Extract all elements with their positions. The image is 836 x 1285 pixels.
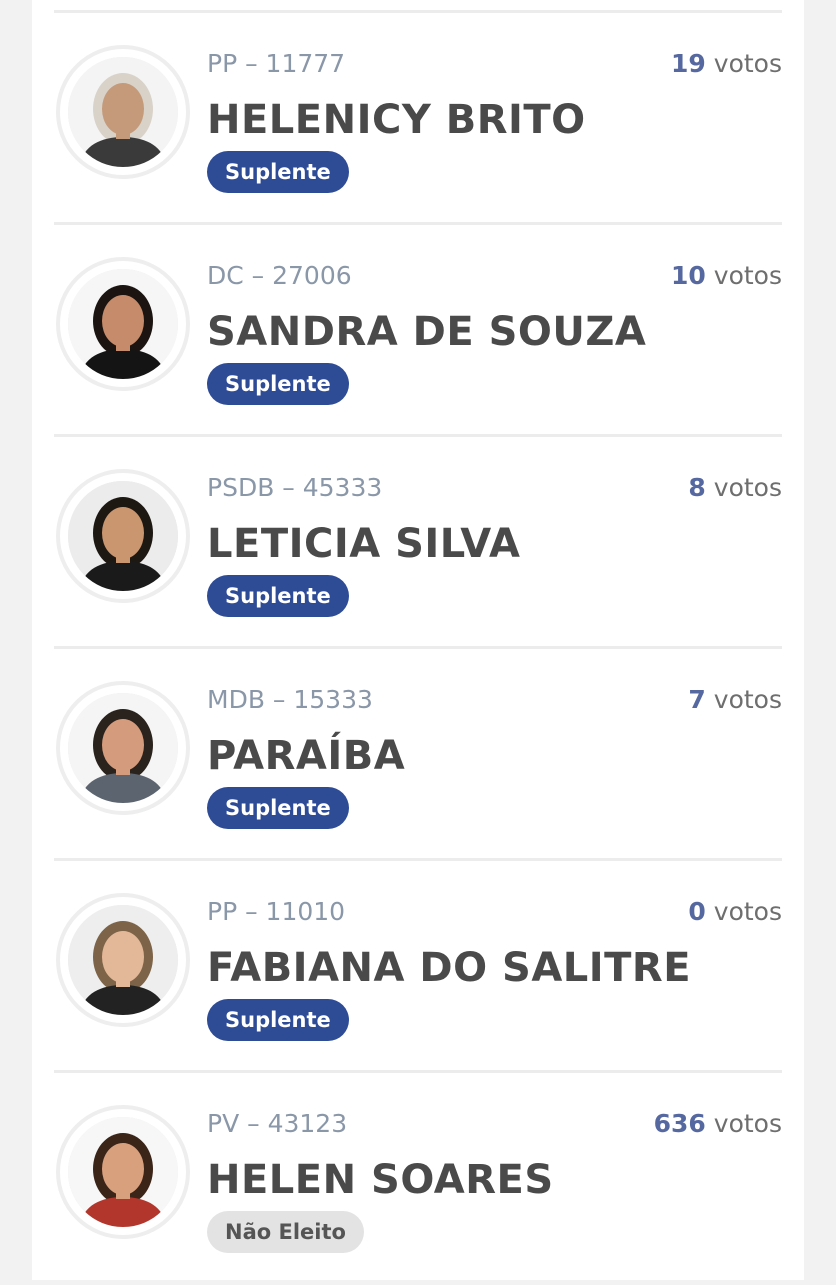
status-badge: Suplente xyxy=(207,787,349,829)
votes-count: 7 votos xyxy=(688,685,782,714)
votes-label: votos xyxy=(713,49,782,78)
votes-number: 636 xyxy=(653,1109,706,1138)
votes-number: 10 xyxy=(671,261,706,290)
candidate-card[interactable]: PP – 11777 19 votos HELENICY BRITO Suple… xyxy=(54,13,782,225)
votes-label: votos xyxy=(713,685,782,714)
candidate-name[interactable]: HELENICY BRITO xyxy=(207,97,586,143)
votes-label: votos xyxy=(713,473,782,502)
candidate-photo xyxy=(68,269,178,379)
candidate-photo-frame xyxy=(56,893,190,1027)
portrait-graphic xyxy=(68,481,178,591)
votes-number: 0 xyxy=(688,897,706,926)
candidate-photo-frame xyxy=(56,1105,190,1239)
party-number: DC – 27006 xyxy=(207,261,352,290)
portrait-graphic xyxy=(68,1117,178,1227)
votes-count: 19 votos xyxy=(671,49,782,78)
portrait-face xyxy=(102,931,144,983)
votes-label: votos xyxy=(713,897,782,926)
votes-count: 8 votos xyxy=(688,473,782,502)
party-number: PP – 11010 xyxy=(207,897,346,926)
status-badge: Não Eleito xyxy=(207,1211,364,1253)
portrait-face xyxy=(102,83,144,135)
votes-count: 10 votos xyxy=(671,261,782,290)
candidate-list-page: PP – 11777 19 votos HELENICY BRITO Suple… xyxy=(32,0,804,1280)
candidate-photo-frame xyxy=(56,257,190,391)
portrait-graphic xyxy=(68,693,178,803)
candidate-card[interactable]: PV – 43123 636 votos HELEN SOARES Não El… xyxy=(54,1073,782,1285)
candidate-photo xyxy=(68,57,178,167)
status-badge: Suplente xyxy=(207,575,349,617)
portrait-face xyxy=(102,295,144,347)
candidate-name[interactable]: PARAÍBA xyxy=(207,733,405,779)
votes-count: 636 votos xyxy=(654,1109,782,1138)
portrait-face xyxy=(102,719,144,771)
candidate-card[interactable]: PP – 11010 0 votos FABIANA DO SALITRE Su… xyxy=(54,861,782,1073)
candidate-photo xyxy=(68,481,178,591)
candidate-name[interactable]: FABIANA DO SALITRE xyxy=(207,945,691,991)
party-number: MDB – 15333 xyxy=(207,685,373,714)
candidate-card[interactable]: PSDB – 45333 8 votos LETICIA SILVA Suple… xyxy=(54,437,782,649)
status-badge: Suplente xyxy=(207,999,349,1041)
votes-number: 19 xyxy=(671,49,706,78)
party-number: PV – 43123 xyxy=(207,1109,348,1138)
candidate-photo-frame xyxy=(56,681,190,815)
portrait-face xyxy=(102,507,144,559)
portrait-graphic xyxy=(68,269,178,379)
votes-number: 7 xyxy=(688,685,706,714)
party-number: PSDB – 45333 xyxy=(207,473,383,502)
candidate-photo-frame xyxy=(56,45,190,179)
candidate-card[interactable]: DC – 27006 10 votos SANDRA DE SOUZA Supl… xyxy=(54,225,782,437)
candidate-name[interactable]: LETICIA SILVA xyxy=(207,521,520,567)
portrait-graphic xyxy=(68,905,178,1015)
candidate-name[interactable]: HELEN SOARES xyxy=(207,1157,554,1203)
votes-label: votos xyxy=(713,1109,782,1138)
candidate-card[interactable]: MDB – 15333 7 votos PARAÍBA Suplente xyxy=(54,649,782,861)
votes-label: votos xyxy=(713,261,782,290)
candidate-photo xyxy=(68,1117,178,1227)
status-badge: Suplente xyxy=(207,151,349,193)
party-number: PP – 11777 xyxy=(207,49,346,78)
votes-number: 8 xyxy=(688,473,706,502)
portrait-graphic xyxy=(68,57,178,167)
votes-count: 0 votos xyxy=(688,897,782,926)
status-badge: Suplente xyxy=(207,363,349,405)
candidate-photo xyxy=(68,693,178,803)
candidate-photo-frame xyxy=(56,469,190,603)
candidate-photo xyxy=(68,905,178,1015)
candidate-name[interactable]: SANDRA DE SOUZA xyxy=(207,309,646,355)
portrait-face xyxy=(102,1143,144,1195)
